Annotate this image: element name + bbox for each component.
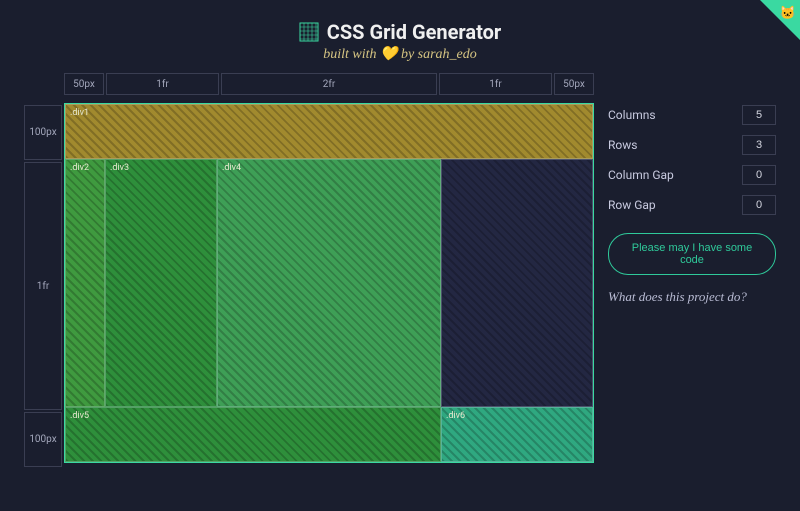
row-gap-control: Row Gap xyxy=(608,195,776,215)
column-gap-label: Column Gap xyxy=(608,168,674,182)
author-link[interactable]: sarah_edo xyxy=(418,47,477,62)
columns-label: Columns xyxy=(608,108,656,122)
column-gap-control: Column Gap xyxy=(608,165,776,185)
columns-input[interactable] xyxy=(742,105,776,125)
what-does-this-do-link[interactable]: What does this project do? xyxy=(608,289,776,305)
grid-region-div5[interactable]: .div5 xyxy=(65,407,441,462)
grid-logo-icon xyxy=(299,22,319,42)
title-text: CSS Grid Generator xyxy=(327,20,501,44)
col-size-input[interactable]: 2fr xyxy=(221,73,437,95)
rows-label: Rows xyxy=(608,138,637,152)
subtitle: built with 💛 by sarah_edo xyxy=(0,46,800,63)
col-size-input[interactable]: 50px xyxy=(64,73,104,95)
heart-icon: 💛 xyxy=(380,47,397,62)
col-size-input[interactable]: 1fr xyxy=(439,73,552,95)
row-labels: 100px 1fr 100px xyxy=(24,105,62,467)
col-size-input[interactable]: 50px xyxy=(554,73,594,95)
grid-region-div1[interactable]: .div1 xyxy=(65,104,593,159)
github-corner[interactable]: 🐱 xyxy=(760,0,800,40)
controls-panel: Columns Rows Column Gap Row Gap Please m… xyxy=(608,73,776,463)
grid-region-div4[interactable]: .div4 xyxy=(217,159,441,407)
grid-region-div2[interactable]: .div2 xyxy=(65,159,105,407)
row-size-input[interactable]: 1fr xyxy=(24,162,62,410)
row-size-input[interactable]: 100px xyxy=(24,105,62,160)
rows-input[interactable] xyxy=(742,135,776,155)
col-size-input[interactable]: 1fr xyxy=(106,73,219,95)
row-size-input[interactable]: 100px xyxy=(24,412,62,467)
grid-region-empty[interactable] xyxy=(441,159,593,407)
grid-editor: 50px 1fr 2fr 1fr 50px 100px 1fr 100px .d… xyxy=(24,73,594,463)
columns-control: Columns xyxy=(608,105,776,125)
rows-control: Rows xyxy=(608,135,776,155)
grid-region-div6[interactable]: .div6 xyxy=(441,407,593,462)
grid-canvas[interactable]: .div1 .div2 .div3 .div4 .div5 .div6 xyxy=(64,103,594,463)
generate-code-button[interactable]: Please may I have some code xyxy=(608,233,776,275)
row-gap-label: Row Gap xyxy=(608,198,656,212)
row-gap-input[interactable] xyxy=(742,195,776,215)
column-gap-input[interactable] xyxy=(742,165,776,185)
grid-region-div3[interactable]: .div3 xyxy=(105,159,217,407)
header: CSS Grid Generator built with 💛 by sarah… xyxy=(0,0,800,73)
cat-icon: 🐱 xyxy=(780,6,796,21)
page-title: CSS Grid Generator xyxy=(0,20,800,44)
column-labels: 50px 1fr 2fr 1fr 50px xyxy=(64,73,594,95)
